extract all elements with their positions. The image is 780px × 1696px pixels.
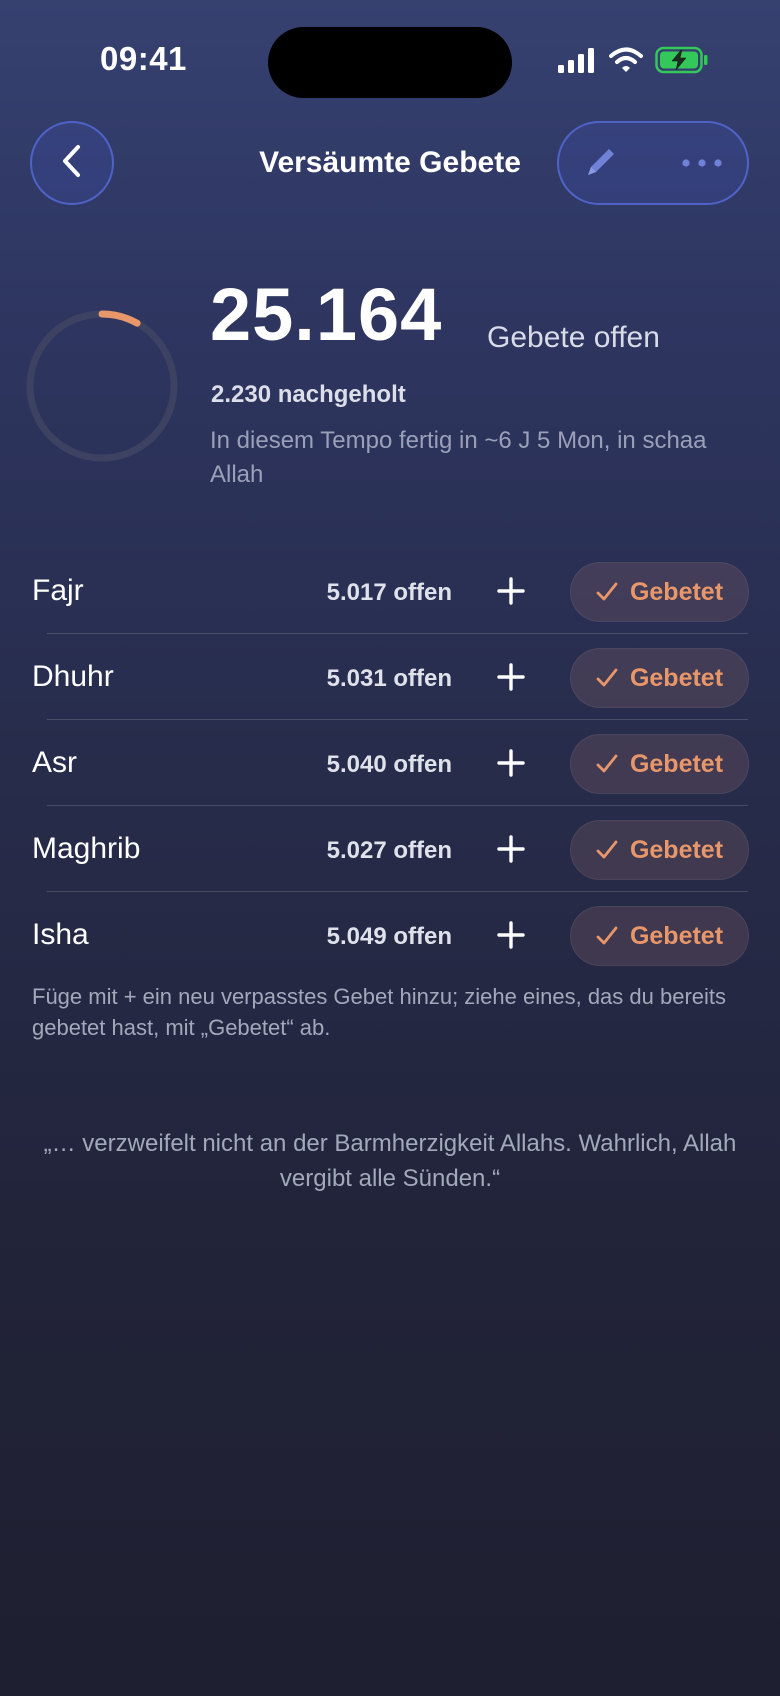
nav-actions <box>557 121 749 205</box>
checkmark-icon <box>596 582 618 601</box>
prayer-name: Asr <box>32 746 77 779</box>
pace-estimate: In diesem Tempo fertig in ~6 J 5 Mon, in… <box>210 427 707 488</box>
edit-button[interactable] <box>581 144 621 184</box>
prayer-open-count: 5.040 offen <box>326 751 452 778</box>
add-missed-button[interactable] <box>491 829 531 869</box>
quran-quote: „… verzweifelt nicht an der Barmherzigke… <box>43 1130 737 1192</box>
open-count-label: Gebete offen <box>487 321 660 354</box>
ellipsis-icon <box>680 155 724 173</box>
add-missed-button[interactable] <box>491 571 531 611</box>
status-icons <box>557 46 709 79</box>
prayed-button[interactable]: Gebetet <box>570 906 749 966</box>
prayed-button[interactable]: Gebetet <box>570 820 749 880</box>
prayer-open-count: 5.027 offen <box>326 837 452 864</box>
open-count: 25.164 <box>210 273 443 356</box>
status-time: 09:41 <box>100 40 187 77</box>
prayed-button-label: Gebetet <box>629 749 724 778</box>
prayer-name: Fajr <box>32 574 84 607</box>
prayer-open-count: 5.049 offen <box>326 923 452 950</box>
prayer-name: Maghrib <box>32 832 141 865</box>
made-up-count: 2.230 nachgeholt <box>211 381 406 408</box>
checkmark-icon <box>596 668 618 687</box>
prayer-list: Fajr 5.017 offen Gebetet Dhuhr 5.031 off… <box>0 548 780 978</box>
prayer-row-isha: Isha 5.049 offen Gebetet <box>0 892 780 978</box>
prayed-button[interactable]: Gebetet <box>570 562 749 622</box>
plus-icon <box>497 663 525 691</box>
prayed-button-label: Gebetet <box>629 577 724 606</box>
prayer-row-fajr: Fajr 5.017 offen Gebetet <box>0 548 780 634</box>
prayed-button[interactable]: Gebetet <box>570 734 749 794</box>
more-button[interactable] <box>677 144 727 184</box>
add-missed-button[interactable] <box>491 657 531 697</box>
prayed-button-label: Gebetet <box>629 663 724 692</box>
checkmark-icon <box>596 840 618 859</box>
dynamic-island <box>268 27 512 98</box>
usage-hint: Füge mit + ein neu verpasstes Gebet hinz… <box>32 984 727 1040</box>
prayed-button-label: Gebetet <box>629 921 724 950</box>
battery-charging-icon <box>655 46 709 79</box>
prayer-name: Isha <box>32 918 89 951</box>
prayer-open-count: 5.017 offen <box>326 579 452 606</box>
plus-icon <box>497 921 525 949</box>
checkmark-icon <box>596 926 618 945</box>
prayed-button-label: Gebetet <box>629 835 724 864</box>
prayer-name: Dhuhr <box>32 660 114 693</box>
wifi-icon <box>609 47 643 78</box>
pencil-icon <box>582 143 620 186</box>
add-missed-button[interactable] <box>491 915 531 955</box>
plus-icon <box>497 749 525 777</box>
prayer-row-dhuhr: Dhuhr 5.031 offen Gebetet <box>0 634 780 720</box>
add-missed-button[interactable] <box>491 743 531 783</box>
plus-icon <box>497 577 525 605</box>
prayed-button[interactable]: Gebetet <box>570 648 749 708</box>
cellular-signal-icon <box>557 47 597 78</box>
plus-icon <box>497 835 525 863</box>
progress-ring <box>24 308 180 469</box>
prayer-row-asr: Asr 5.040 offen Gebetet <box>0 720 780 806</box>
checkmark-icon <box>596 754 618 773</box>
prayer-row-maghrib: Maghrib 5.027 offen Gebetet <box>0 806 780 892</box>
prayer-open-count: 5.031 offen <box>326 665 452 692</box>
